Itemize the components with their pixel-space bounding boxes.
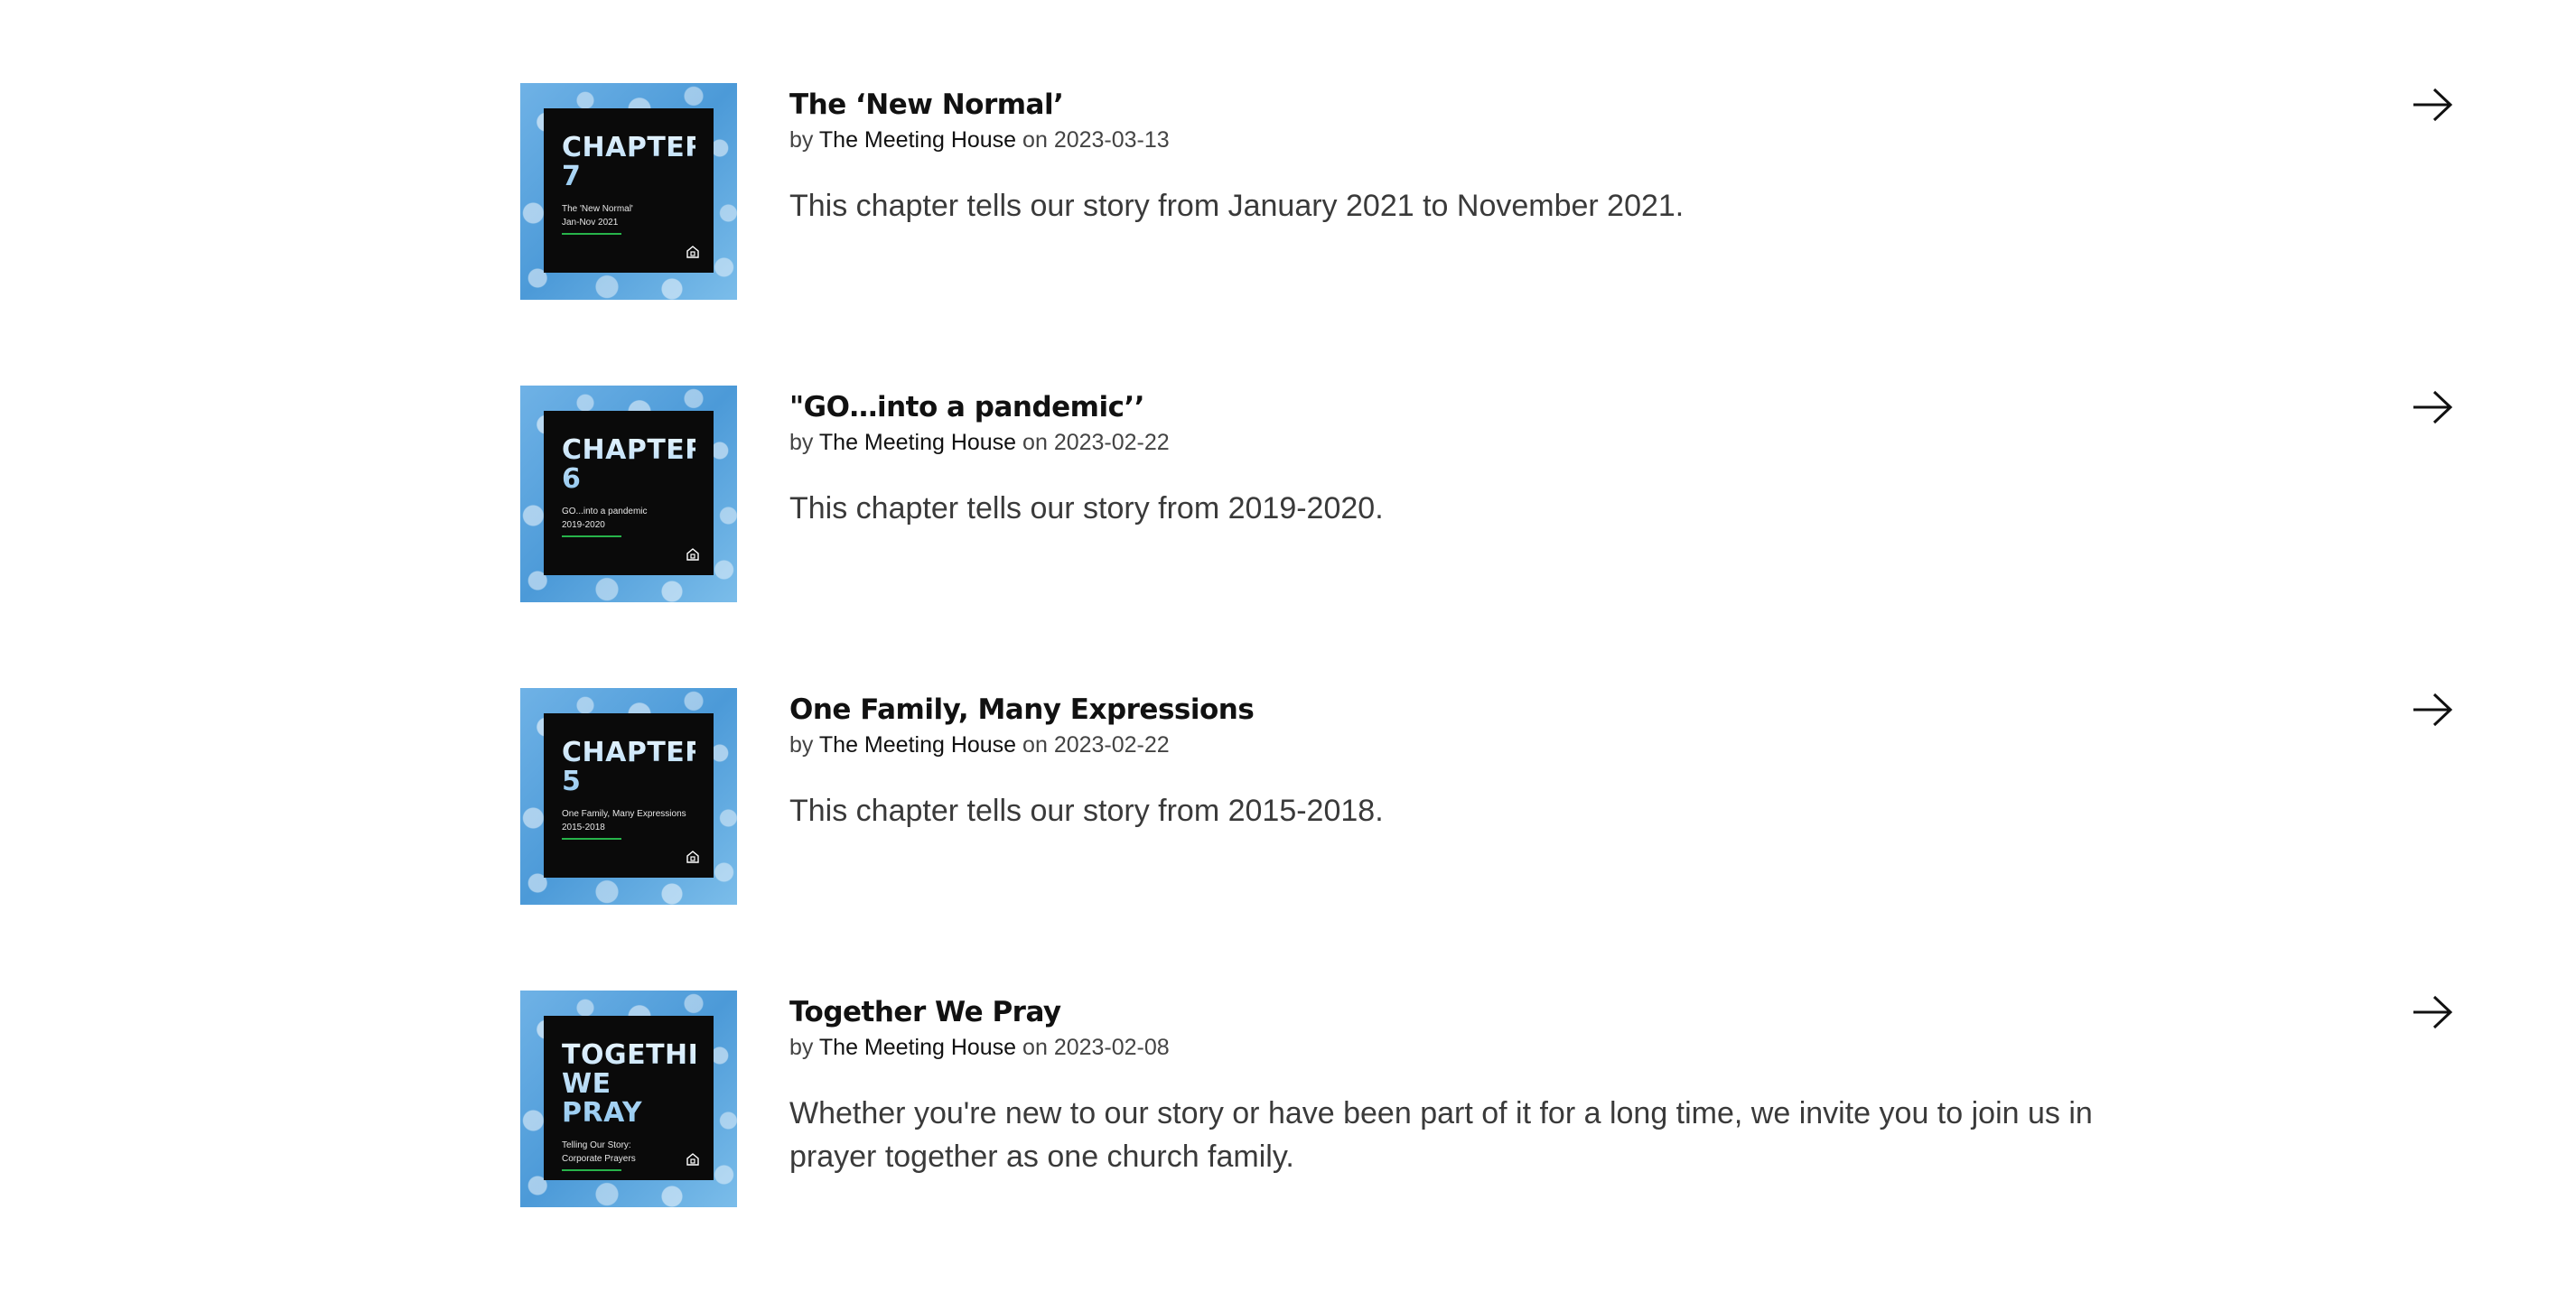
house-logo-icon [686, 851, 699, 863]
thumbnail-heading: CHAPTER 7 [562, 132, 706, 192]
thumbnail-underline [562, 838, 621, 840]
author-link[interactable]: The Meeting House [819, 127, 1016, 153]
meta-on: on [1022, 127, 1048, 153]
item-date: 2023-03-13 [1053, 127, 1170, 153]
item-date: 2023-02-08 [1053, 1035, 1170, 1060]
arrow-right-icon[interactable] [2412, 994, 2453, 1030]
item-description: This chapter tells our story from 2015-2… [789, 794, 1384, 828]
house-logo-icon [686, 246, 699, 258]
thumbnail-card: TOGETHER WE PRAY Telling Our Story: Corp… [544, 1016, 729, 1180]
item-title[interactable]: "GO…into a pandemic’’ [789, 389, 2453, 425]
meta-by: by [789, 127, 814, 153]
item-title[interactable]: The ‘New Normal’ [789, 87, 2453, 123]
item-meta: by The Meeting House on 2023-02-22 [789, 427, 2453, 458]
content-list: CHAPTER 7 The 'New Normal' Jan-Nov 2021 … [520, 83, 2453, 1293]
item-date: 2023-02-22 [1053, 430, 1170, 455]
list-item[interactable]: TOGETHER WE PRAY Telling Our Story: Corp… [520, 991, 2453, 1207]
thumbnail-underline [562, 535, 621, 537]
meta-by: by [789, 732, 814, 758]
thumbnail-subtitle: The 'New Normal' Jan-Nov 2021 [562, 204, 633, 228]
thumbnail-heading: TOGETHER WE PRAY [562, 1039, 729, 1129]
thumbnail[interactable]: CHAPTER 6 GO...into a pandemic 2019-2020 [520, 386, 737, 602]
author-link[interactable]: The Meeting House [819, 1035, 1016, 1060]
list-item[interactable]: CHAPTER 6 GO...into a pandemic 2019-2020… [520, 386, 2453, 602]
thumbnail[interactable]: CHAPTER 5 One Family, Many Expressions 2… [520, 688, 737, 905]
meta-on: on [1022, 430, 1048, 455]
thumbnail-subtitle: GO...into a pandemic 2019-2020 [562, 507, 648, 530]
item-content: "GO…into a pandemic’’ by The Meeting Hou… [789, 386, 2453, 530]
thumbnail[interactable]: TOGETHER WE PRAY Telling Our Story: Corp… [520, 991, 737, 1207]
thumbnail-underline [562, 233, 621, 235]
thumbnail-underline [562, 1169, 621, 1171]
item-meta: by The Meeting House on 2023-03-13 [789, 125, 2453, 155]
thumbnail-heading: CHAPTER 5 [562, 737, 706, 797]
item-meta: by The Meeting House on 2023-02-08 [789, 1032, 2453, 1063]
item-title[interactable]: One Family, Many Expressions [789, 692, 2453, 728]
thumbnail-heading: CHAPTER 6 [562, 434, 706, 495]
house-logo-icon [686, 1153, 699, 1166]
item-content: Together We Pray by The Meeting House on… [789, 991, 2453, 1178]
item-description: This chapter tells our story from Januar… [789, 189, 1685, 223]
thumbnail-subtitle: One Family, Many Expressions 2015-2018 [562, 809, 686, 833]
meta-by: by [789, 430, 814, 455]
item-title[interactable]: Together We Pray [789, 994, 2453, 1030]
thumbnail-card: CHAPTER 6 GO...into a pandemic 2019-2020 [544, 411, 714, 575]
meta-by: by [789, 1035, 814, 1060]
house-logo-icon [686, 548, 699, 561]
item-content: The ‘New Normal’ by The Meeting House on… [789, 83, 2453, 228]
list-item[interactable]: CHAPTER 7 The 'New Normal' Jan-Nov 2021 … [520, 83, 2453, 300]
item-description: This chapter tells our story from 2019-2… [789, 491, 1384, 526]
item-date: 2023-02-22 [1053, 732, 1170, 758]
item-meta: by The Meeting House on 2023-02-22 [789, 730, 2453, 760]
author-link[interactable]: The Meeting House [819, 430, 1016, 455]
meta-on: on [1022, 1035, 1048, 1060]
arrow-right-icon[interactable] [2412, 389, 2453, 425]
arrow-right-icon[interactable] [2412, 692, 2453, 728]
list-item[interactable]: CHAPTER 5 One Family, Many Expressions 2… [520, 688, 2453, 905]
meta-on: on [1022, 732, 1048, 758]
thumbnail-subtitle: Telling Our Story: Corporate Prayers [562, 1140, 636, 1164]
thumbnail-card: CHAPTER 7 The 'New Normal' Jan-Nov 2021 [544, 108, 714, 273]
thumbnail-card: CHAPTER 5 One Family, Many Expressions 2… [544, 713, 714, 878]
author-link[interactable]: The Meeting House [819, 732, 1016, 758]
item-content: One Family, Many Expressions by The Meet… [789, 688, 2453, 833]
item-description: Whether you're new to our story or have … [789, 1096, 2093, 1174]
arrow-right-icon[interactable] [2412, 87, 2453, 123]
thumbnail[interactable]: CHAPTER 7 The 'New Normal' Jan-Nov 2021 [520, 83, 737, 300]
